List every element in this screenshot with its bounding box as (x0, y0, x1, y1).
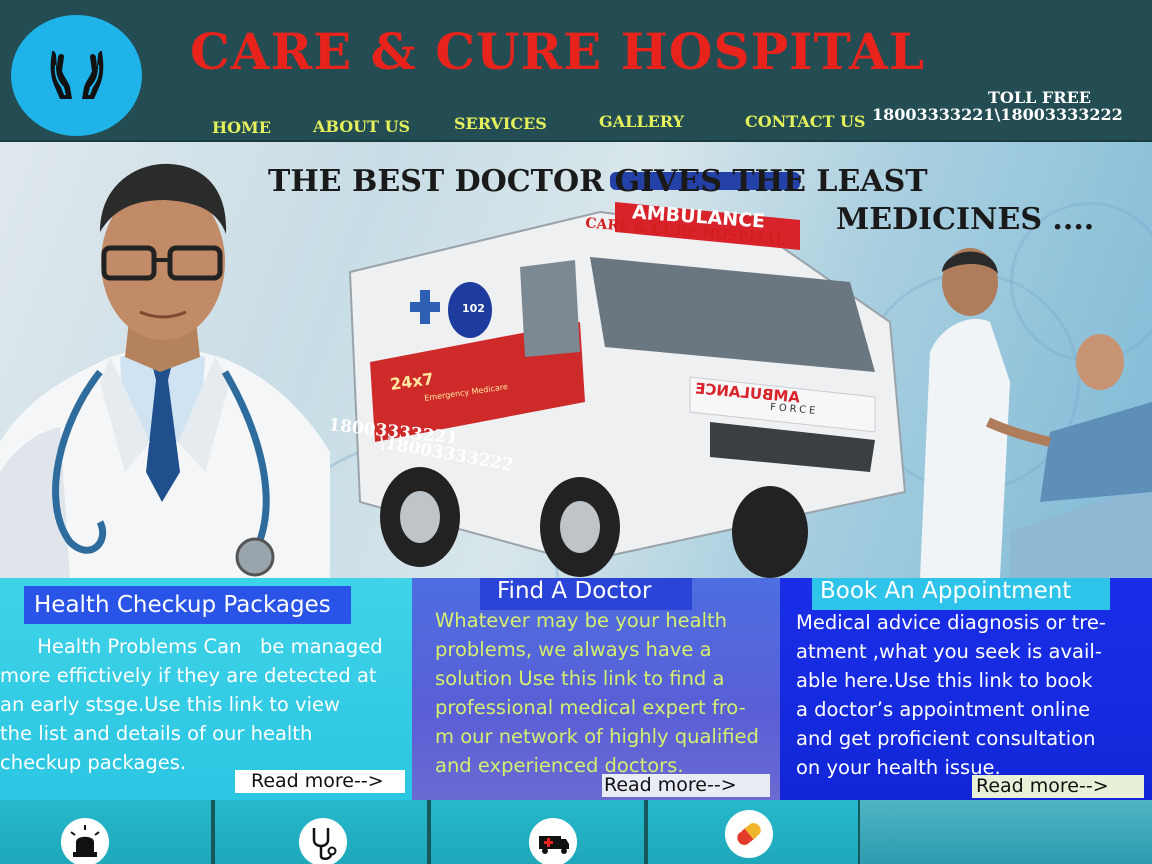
toll-free-numbers: 18003333221\18003333222 (872, 105, 1123, 124)
siren-icon (61, 818, 109, 864)
tile-decorative (860, 800, 1152, 864)
card-heading: Book An Appointment (812, 578, 1110, 610)
bottom-icon-strip (0, 800, 1152, 864)
tile-doctor[interactable] (215, 800, 427, 864)
nav-about-us[interactable]: ABOUT US (313, 117, 410, 136)
hero-banner: CARE & CURE HOSPITAL AMBULANCE 24x7 Emer… (0, 142, 1152, 578)
tile-emergency[interactable] (0, 800, 211, 864)
card-body: Health Problems Can be managed more effi… (0, 635, 383, 774)
hero-tagline-line1: THE BEST DOCTOR GIVES THE LEAST (268, 164, 928, 199)
card-body: Whatever may be your health problems, we… (435, 609, 759, 777)
nav-home[interactable]: HOME (212, 118, 271, 137)
read-more-button[interactable]: Read more--> (235, 770, 405, 793)
card-find-doctor: Find A Doctor Whatever may be your healt… (412, 578, 780, 800)
card-health-checkup: Health Checkup Packages Health Problems … (0, 578, 412, 800)
nav-gallery[interactable]: GALLERY (599, 112, 684, 131)
site-title: CARE & CURE HOSPITAL (190, 22, 925, 81)
doctor-patient-scene (920, 248, 1152, 578)
read-more-button[interactable]: Read more--> (602, 774, 770, 797)
read-more-button[interactable]: Read more--> (972, 775, 1144, 798)
ambulance-icon (529, 818, 577, 864)
card-heading: Health Checkup Packages (24, 586, 351, 624)
nav-services[interactable]: SERVICES (454, 114, 547, 133)
tile-pharmacy[interactable] (648, 800, 858, 864)
hospital-logo[interactable] (11, 15, 142, 136)
ambulance-102-badge: 102 (462, 302, 485, 315)
site-header: CARE & CURE HOSPITAL HOME ABOUT US SERVI… (0, 0, 1152, 142)
tile-ambulance[interactable] (431, 800, 644, 864)
card-book-appointment: Book An Appointment Medical advice diagn… (780, 578, 1152, 800)
pill-icon (725, 810, 773, 858)
stethoscope-icon (299, 818, 347, 864)
card-body: Medical advice diagnosis or tre- atment … (796, 611, 1106, 779)
hands-icon (50, 50, 104, 99)
nav-contact-us[interactable]: CONTACT US (745, 112, 865, 131)
hero-tagline-line2: MEDICINES .... (836, 202, 1095, 237)
doctor-portrait (0, 163, 330, 578)
